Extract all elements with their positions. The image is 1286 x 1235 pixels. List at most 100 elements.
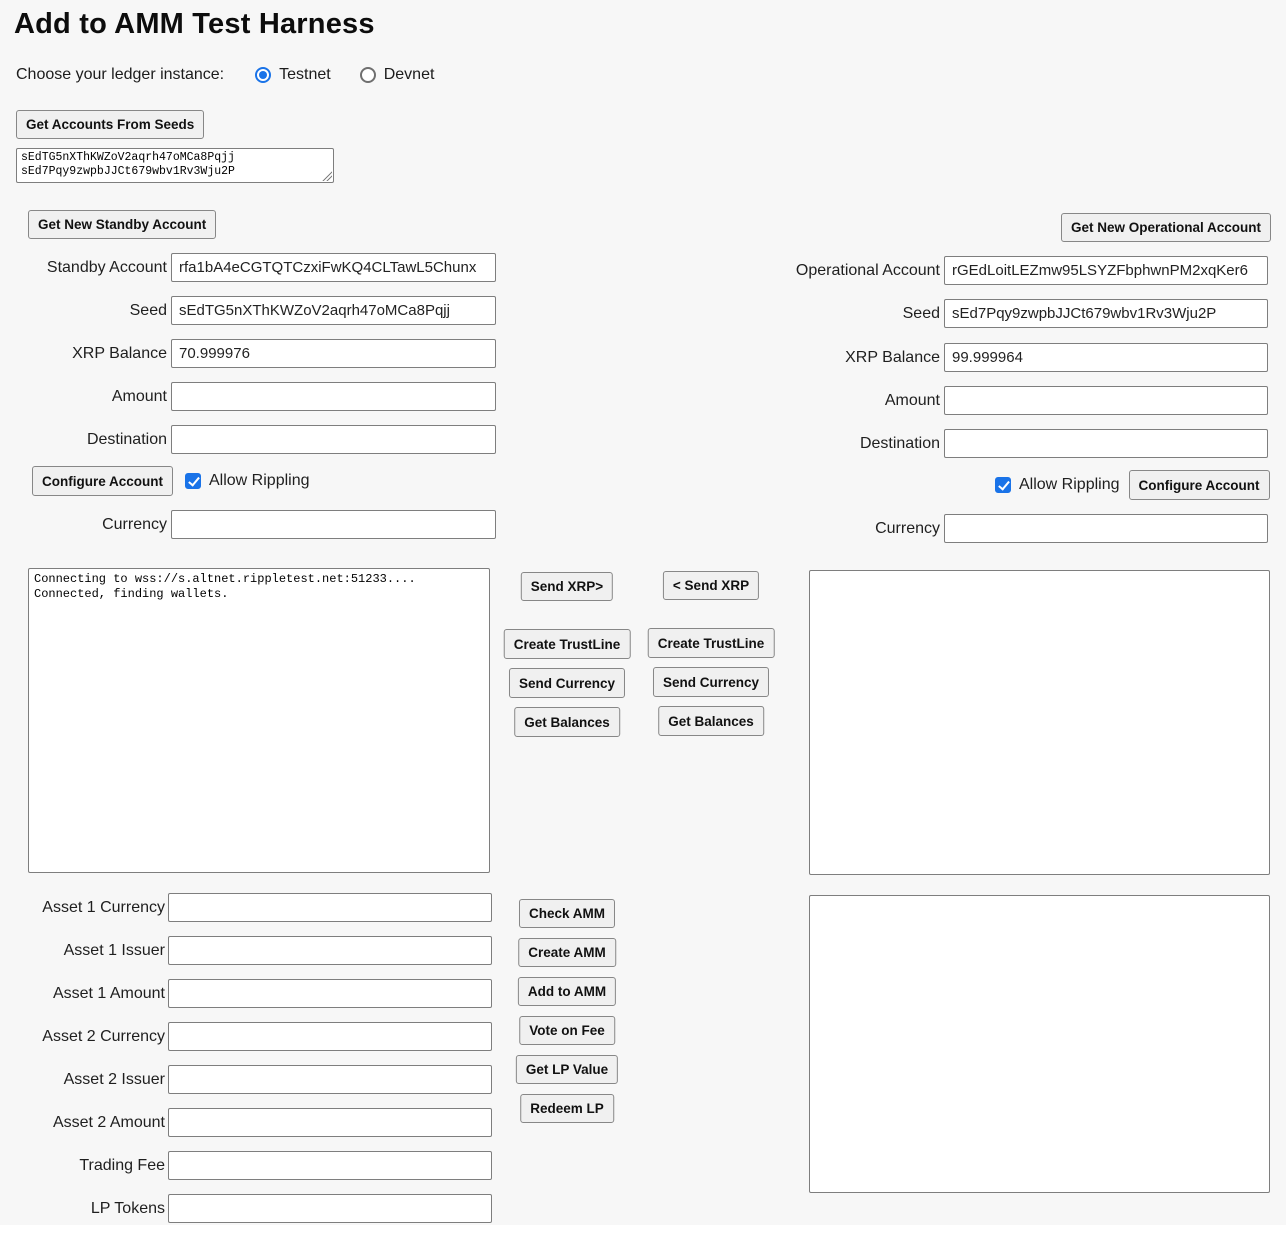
standby-create-trustline-button[interactable]: Create TrustLine bbox=[504, 629, 631, 659]
standby-amount-input[interactable] bbox=[171, 382, 496, 411]
standby-send-xrp-button[interactable]: Send XRP> bbox=[521, 572, 613, 601]
standby-destination-label: Destination bbox=[0, 431, 167, 449]
page-bottom-strip bbox=[0, 1225, 1286, 1235]
redeem-lp-button[interactable]: Redeem LP bbox=[520, 1094, 614, 1123]
standby-configure-row: Configure Account Allow Rippling bbox=[32, 466, 310, 496]
standby-account-input[interactable] bbox=[171, 253, 496, 282]
radio-option-devnet[interactable]: Devnet bbox=[360, 66, 435, 84]
add-to-amm-button[interactable]: Add to AMM bbox=[518, 977, 616, 1006]
radio-option-testnet[interactable]: Testnet bbox=[255, 66, 331, 84]
standby-seed-row: Seed bbox=[0, 296, 496, 325]
asset1-amount-input[interactable] bbox=[168, 979, 492, 1008]
lp-tokens-label: LP Tokens bbox=[0, 1200, 165, 1218]
testnet-radio-label: Testnet bbox=[279, 66, 331, 84]
operational-account-row: Operational Account bbox=[616, 256, 1268, 285]
operational-destination-input[interactable] bbox=[944, 429, 1268, 458]
operational-allow-rippling-label: Allow Rippling bbox=[1019, 476, 1120, 494]
page: Add to AMM Test Harness Choose your ledg… bbox=[0, 0, 1286, 1235]
standby-seed-label: Seed bbox=[0, 302, 167, 320]
operational-seed-row: Seed bbox=[616, 299, 1268, 328]
operational-account-input[interactable] bbox=[944, 256, 1268, 285]
standby-xrp-balance-row: XRP Balance bbox=[0, 339, 496, 368]
get-new-standby-account-button[interactable]: Get New Standby Account bbox=[28, 210, 216, 239]
standby-destination-input[interactable] bbox=[171, 425, 496, 454]
operational-xrp-balance-label: XRP Balance bbox=[616, 349, 940, 367]
trading-fee-label: Trading Fee bbox=[0, 1157, 165, 1175]
operational-configure-row: Allow Rippling Configure Account bbox=[995, 470, 1270, 500]
textarea-resize-handle[interactable] bbox=[322, 171, 332, 181]
standby-account-row: Standby Account bbox=[0, 253, 496, 282]
asset1-currency-label: Asset 1 Currency bbox=[0, 899, 165, 917]
operational-account-label: Operational Account bbox=[616, 262, 940, 280]
asset2-amount-input[interactable] bbox=[168, 1108, 492, 1137]
standby-allow-rippling-label: Allow Rippling bbox=[209, 472, 310, 490]
asset1-currency-input[interactable] bbox=[168, 893, 492, 922]
standby-configure-account-button[interactable]: Configure Account bbox=[32, 466, 173, 496]
testnet-radio-icon[interactable] bbox=[255, 67, 271, 83]
operational-amount-label: Amount bbox=[616, 392, 940, 410]
standby-currency-label: Currency bbox=[0, 516, 167, 534]
get-new-operational-account-button[interactable]: Get New Operational Account bbox=[1061, 213, 1271, 242]
standby-currency-row: Currency bbox=[0, 510, 496, 539]
devnet-radio-label: Devnet bbox=[384, 66, 435, 84]
asset2-amount-label: Asset 2 Amount bbox=[0, 1114, 165, 1132]
check-amm-button[interactable]: Check AMM bbox=[519, 899, 615, 928]
lp-tokens-input[interactable] bbox=[168, 1194, 492, 1223]
operational-allow-rippling-checkbox[interactable] bbox=[995, 477, 1011, 493]
operational-get-balances-button[interactable]: Get Balances bbox=[658, 706, 764, 736]
standby-get-balances-button[interactable]: Get Balances bbox=[514, 707, 620, 737]
operational-amount-input[interactable] bbox=[944, 386, 1268, 415]
asset1-issuer-row: Asset 1 Issuer bbox=[0, 936, 492, 965]
standby-account-label: Standby Account bbox=[0, 259, 167, 277]
asset2-issuer-input[interactable] bbox=[168, 1065, 492, 1094]
standby-xrp-balance-label: XRP Balance bbox=[0, 345, 167, 363]
asset1-amount-row: Asset 1 Amount bbox=[0, 979, 492, 1008]
operational-destination-row: Destination bbox=[616, 429, 1268, 458]
operational-xrp-balance-input[interactable] bbox=[944, 343, 1268, 372]
operational-send-currency-button[interactable]: Send Currency bbox=[653, 667, 769, 697]
ledger-instance-chooser: Choose your ledger instance: Testnet Dev… bbox=[16, 66, 434, 84]
vote-on-fee-button[interactable]: Vote on Fee bbox=[519, 1016, 615, 1045]
get-lp-value-button[interactable]: Get LP Value bbox=[516, 1055, 618, 1084]
standby-currency-input[interactable] bbox=[171, 510, 496, 539]
standby-xrp-balance-input[interactable] bbox=[171, 339, 496, 368]
asset2-currency-input[interactable] bbox=[168, 1022, 492, 1051]
lp-tokens-row: LP Tokens bbox=[0, 1194, 492, 1223]
asset2-currency-row: Asset 2 Currency bbox=[0, 1022, 492, 1051]
trading-fee-row: Trading Fee bbox=[0, 1151, 492, 1180]
page-title: Add to AMM Test Harness bbox=[14, 8, 375, 41]
standby-destination-row: Destination bbox=[0, 425, 496, 454]
get-accounts-from-seeds-button[interactable]: Get Accounts From Seeds bbox=[16, 110, 204, 139]
asset2-issuer-row: Asset 2 Issuer bbox=[0, 1065, 492, 1094]
standby-allow-rippling-checkbox[interactable] bbox=[185, 473, 201, 489]
standby-results-textarea[interactable]: Connecting to wss://s.altnet.rippletest.… bbox=[28, 568, 490, 873]
trading-fee-input[interactable] bbox=[168, 1151, 492, 1180]
operational-currency-row: Currency bbox=[616, 514, 1268, 543]
operational-amount-row: Amount bbox=[616, 386, 1268, 415]
operational-send-xrp-button[interactable]: < Send XRP bbox=[663, 571, 759, 600]
asset1-issuer-input[interactable] bbox=[168, 936, 492, 965]
operational-configure-account-button[interactable]: Configure Account bbox=[1129, 470, 1270, 500]
standby-amount-label: Amount bbox=[0, 388, 167, 406]
operational-seed-input[interactable] bbox=[944, 299, 1268, 328]
standby-amount-row: Amount bbox=[0, 382, 496, 411]
operational-create-trustline-button[interactable]: Create TrustLine bbox=[648, 628, 775, 658]
devnet-radio-icon[interactable] bbox=[360, 67, 376, 83]
operational-currency-input[interactable] bbox=[944, 514, 1268, 543]
asset2-issuer-label: Asset 2 Issuer bbox=[0, 1071, 165, 1089]
operational-results-textarea[interactable] bbox=[809, 570, 1270, 875]
asset1-issuer-label: Asset 1 Issuer bbox=[0, 942, 165, 960]
operational-seed-label: Seed bbox=[616, 305, 940, 323]
operational-destination-label: Destination bbox=[616, 435, 940, 453]
seeds-textarea[interactable]: sEdTG5nXThKWZoV2aqrh47oMCa8Pqjj sEd7Pqy9… bbox=[16, 148, 334, 183]
amm-results-textarea[interactable] bbox=[809, 895, 1270, 1193]
operational-currency-label: Currency bbox=[616, 520, 940, 538]
asset2-amount-row: Asset 2 Amount bbox=[0, 1108, 492, 1137]
create-amm-button[interactable]: Create AMM bbox=[518, 938, 616, 967]
standby-seed-input[interactable] bbox=[171, 296, 496, 325]
asset2-currency-label: Asset 2 Currency bbox=[0, 1028, 165, 1046]
ledger-chooser-label: Choose your ledger instance: bbox=[16, 66, 224, 84]
asset1-amount-label: Asset 1 Amount bbox=[0, 985, 165, 1003]
standby-send-currency-button[interactable]: Send Currency bbox=[509, 668, 625, 698]
asset1-currency-row: Asset 1 Currency bbox=[0, 893, 492, 922]
